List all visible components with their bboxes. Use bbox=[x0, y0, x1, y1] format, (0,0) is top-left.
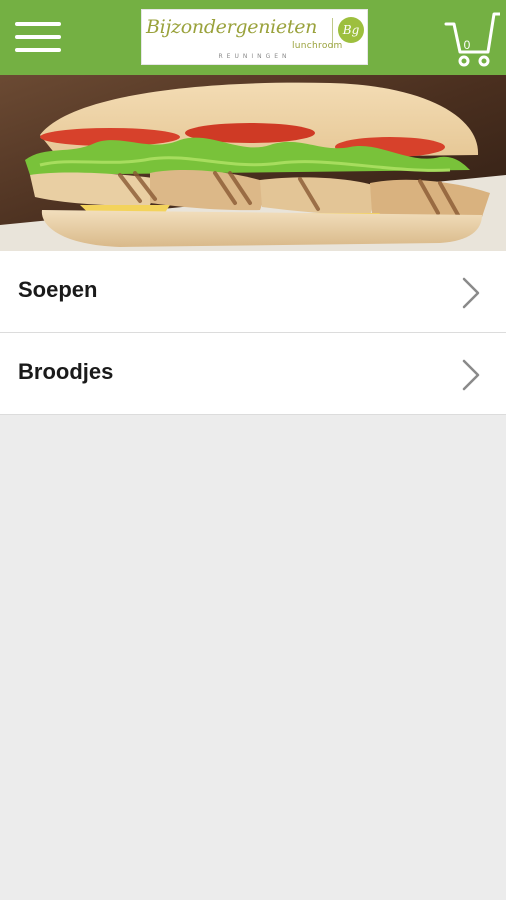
category-label: Soepen bbox=[18, 277, 98, 302]
category-list: Soepen Broodjes bbox=[0, 251, 506, 415]
chevron-right-icon bbox=[462, 359, 480, 391]
shopping-cart-button[interactable]: 0 bbox=[444, 10, 502, 68]
top-app-bar: Bijzondergenieten lunchroom Bg REUNINGEN… bbox=[0, 0, 506, 75]
category-item-broodjes[interactable]: Broodjes bbox=[0, 333, 506, 415]
category-label: Broodjes bbox=[18, 359, 114, 384]
category-item-soepen[interactable]: Soepen bbox=[0, 251, 506, 333]
logo-place-name: REUNINGEN bbox=[218, 53, 291, 60]
logo-wordmark: Bijzondergenieten bbox=[146, 16, 318, 38]
logo-subtitle: lunchroom bbox=[292, 41, 343, 51]
logo-badge-icon: Bg bbox=[338, 17, 364, 43]
brand-logo[interactable]: Bijzondergenieten lunchroom Bg REUNINGEN bbox=[141, 9, 368, 65]
chevron-right-icon bbox=[462, 277, 480, 309]
sandwich-illustration bbox=[0, 75, 506, 251]
hero-sandwich-image bbox=[0, 75, 506, 251]
hamburger-menu-icon[interactable] bbox=[15, 22, 61, 52]
cart-count-badge: 0 bbox=[463, 38, 471, 52]
